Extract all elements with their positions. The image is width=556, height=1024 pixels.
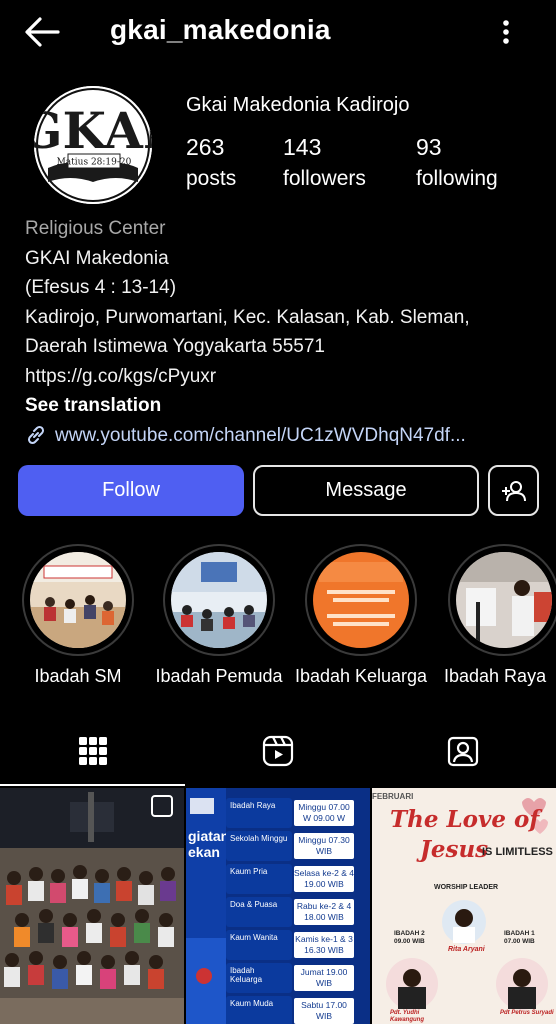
post-wl-name: Rita Aryani xyxy=(448,946,485,953)
bio-line: Daerah Istimewa Yogyakarta 55571 xyxy=(25,336,325,357)
stat-posts-value: 263 xyxy=(186,134,225,160)
see-translation-link[interactable]: See translation xyxy=(25,391,545,421)
highlight-image xyxy=(171,552,267,648)
tab-posts[interactable] xyxy=(0,716,185,786)
highlight-ibadah-raya[interactable]: Ibadah Raya xyxy=(444,544,556,686)
highlight-ibadah-sm[interactable]: Ibadah SM xyxy=(22,544,134,686)
message-button[interactable]: Message xyxy=(253,465,479,516)
schedule-label: Sekolah Minggu xyxy=(226,831,292,861)
highlight-ring xyxy=(448,544,556,656)
post-pdt2: Pdt Petrus Suryadi xyxy=(500,1010,554,1016)
highlight-ibadah-keluarga[interactable]: Ibadah Keluarga xyxy=(295,544,427,686)
schedule-label: Kaum Muda xyxy=(226,996,292,1024)
highlight-label: Ibadah Raya xyxy=(444,666,547,686)
post-ibadah1: IBADAH 1 07.00 WIB xyxy=(504,930,535,945)
schedule-row: Kaum Muda Sabtu 17.00 WIB xyxy=(186,996,370,1024)
schedule-label: Ibadah Keluarga xyxy=(226,963,292,993)
stat-following-value: 93 xyxy=(416,134,442,160)
post-thumbnail[interactable]: FEBRUARI The Love of Jesus IS LIMITLESS … xyxy=(372,788,556,1024)
bio-category: Religious Center xyxy=(25,218,166,239)
schedule-label: Kaum Pria xyxy=(226,864,292,894)
post-ibadah2: IBADAH 2 09.00 WIB xyxy=(394,930,425,945)
schedule-value: Sabtu 17.00 WIB xyxy=(294,998,354,1024)
highlight-image xyxy=(456,552,552,648)
post-title-c: IS LIMITLESS xyxy=(482,846,553,858)
bio-line: Kadirojo, Purwomartani, Kec. Kalasan, Ka… xyxy=(25,306,470,328)
schedule-row: Sekolah Minggu Minggu 07.30 WIB xyxy=(186,831,370,861)
post-month: FEBRUARI xyxy=(372,792,414,801)
bio-line: (Efesus 4 : 13-14) xyxy=(25,277,177,298)
bio-external-link[interactable]: www.youtube.com/channel/UC1zWVDhqN47df..… xyxy=(25,421,545,451)
schedule-value: Kamis ke-1 & 3 16.30 WIB xyxy=(294,932,354,958)
stat-followers[interactable]: 143 followers xyxy=(283,134,366,191)
stat-following[interactable]: 93 following xyxy=(416,134,498,191)
back-arrow-icon[interactable] xyxy=(22,14,62,50)
stat-followers-label: followers xyxy=(283,167,366,190)
schedule-value: Jumat 19.00 WIB xyxy=(294,965,354,991)
avatar-logo-text: GKAI xyxy=(34,101,152,160)
post-pdt1: Pdt. Yudhi Kawangung xyxy=(390,1010,424,1023)
follow-button[interactable]: Follow xyxy=(18,465,244,516)
stat-posts-label: posts xyxy=(186,167,237,190)
highlight-image xyxy=(313,552,409,648)
top-bar: gkai_makedonia xyxy=(0,0,556,64)
bio-url[interactable]: https://g.co/kgs/cPyuxr xyxy=(25,362,545,392)
schedule-row: Doa & Puasa Rabu ke-2 & 4 18.00 WIB xyxy=(186,897,370,927)
profile-avatar[interactable]: GKAI Matius 28:19-20 xyxy=(34,86,152,204)
stat-followers-value: 143 xyxy=(283,134,322,160)
schedule-row: Kaum Wanita Kamis ke-1 & 3 16.30 WIB xyxy=(186,930,370,960)
tab-tagged[interactable] xyxy=(370,716,555,786)
bio-line: GKAI Makedonia xyxy=(25,247,169,269)
display-name: Gkai Makedonia Kadirojo xyxy=(186,94,410,116)
highlight-ibadah-pemuda[interactable]: Ibadah Pemuda xyxy=(155,544,283,686)
post-worship-leader: WORSHIP LEADER xyxy=(434,884,499,891)
tagged-icon xyxy=(447,736,478,767)
highlight-ring xyxy=(305,544,417,656)
link-icon xyxy=(27,426,45,445)
post-thumbnail[interactable] xyxy=(0,788,184,1024)
suggested-users-button[interactable] xyxy=(488,465,539,516)
highlight-ring xyxy=(163,544,275,656)
highlight-image xyxy=(30,552,126,648)
bio-link-text: www.youtube.com/channel/UC1zWVDhqN47df..… xyxy=(55,424,466,446)
schedule-label: Doa & Puasa xyxy=(226,897,292,927)
schedule-value: Selasa ke-2 & 4 19.00 WIB xyxy=(294,866,354,892)
post-title-a: The Love of xyxy=(390,806,540,833)
grid-icon xyxy=(78,737,107,765)
reels-icon xyxy=(262,735,293,767)
stat-following-label: following xyxy=(416,167,498,190)
schedule-value: Minggu 07.30 WIB xyxy=(294,833,354,859)
schedule-row: Ibadah Raya Minggu 07.00 W 09.00 W xyxy=(186,798,370,828)
schedule-value: Minggu 07.00 W 09.00 W xyxy=(294,800,354,826)
schedule-row: Ibadah Keluarga Jumat 19.00 WIB xyxy=(186,963,370,993)
profile-tabs xyxy=(0,716,556,786)
profile-username: gkai_makedonia xyxy=(110,14,331,45)
post-title-b: Jesus xyxy=(420,836,489,863)
schedule-label: Ibadah Raya xyxy=(226,798,292,828)
highlight-label: Ibadah Keluarga xyxy=(294,666,428,686)
active-tab-indicator xyxy=(0,784,185,786)
post-thumbnail[interactable]: giatan ekan Ibadah Raya Minggu 07.00 W 0… xyxy=(186,788,370,1024)
tab-reels[interactable] xyxy=(185,716,370,786)
posts-grid: giatan ekan Ibadah Raya Minggu 07.00 W 0… xyxy=(0,788,556,1024)
avatar-verse-text: Matius 28:19-20 xyxy=(57,158,132,168)
schedule-row: Kaum Pria Selasa ke-2 & 4 19.00 WIB xyxy=(186,864,370,894)
more-options-icon[interactable] xyxy=(494,14,518,50)
highlight-ring xyxy=(22,544,134,656)
profile-bio: Religious Center GKAI Makedonia (Efesus … xyxy=(25,214,545,450)
add-person-icon xyxy=(501,480,526,501)
schedule-value: Rabu ke-2 & 4 18.00 WIB xyxy=(294,899,354,925)
stat-posts[interactable]: 263 posts xyxy=(186,134,236,191)
schedule-label: Kaum Wanita xyxy=(226,930,292,960)
